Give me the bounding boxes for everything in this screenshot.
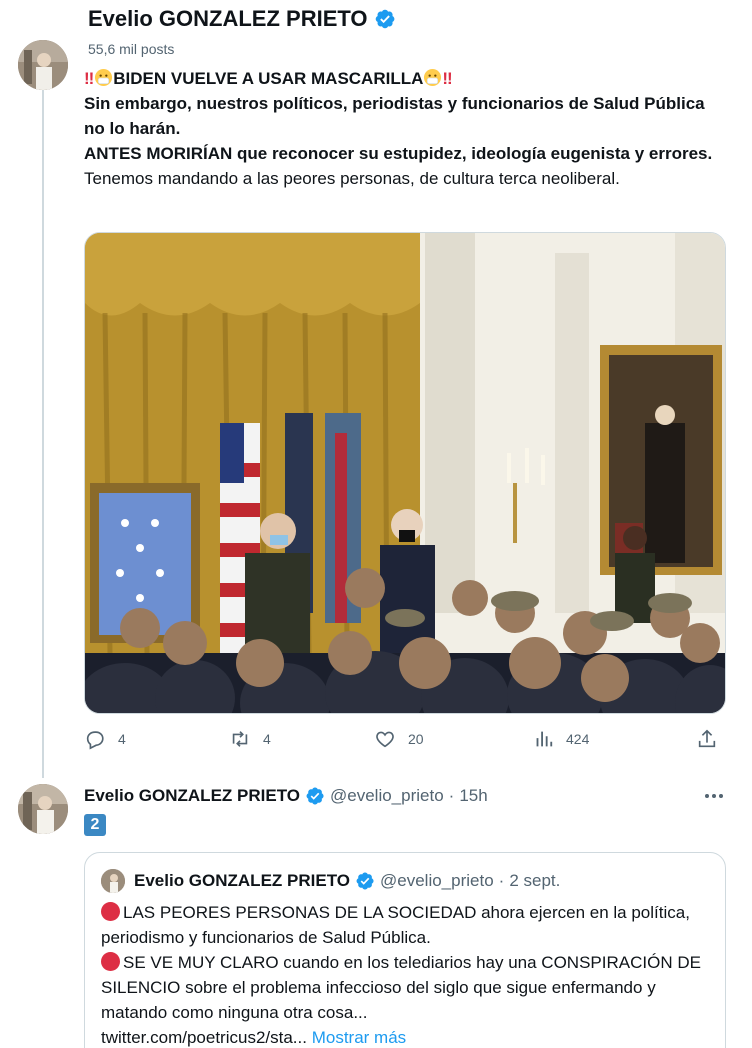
views-count: 424 <box>566 731 590 747</box>
author-avatar[interactable] <box>18 784 68 834</box>
verified-badge-icon <box>375 9 394 29</box>
more-dot-icon <box>712 794 716 798</box>
red-circle-emoji-icon <box>101 902 120 921</box>
quoted-timestamp: 2 sept. <box>509 871 561 890</box>
separator-dot: · <box>498 871 505 890</box>
quoted-paragraph-text: LAS PEORES PERSONAS DE LA SOCIEDAD ahora… <box>101 903 690 947</box>
analytics-icon <box>536 731 553 747</box>
double-exclamation-icon: ‼ <box>442 69 453 88</box>
tweet-headline: ‼ BIDEN VUELVE A USAR MASCARILLA ‼ <box>84 66 724 91</box>
separator-dot: · <box>448 786 455 805</box>
reply-icon <box>86 731 104 750</box>
tweet-photo[interactable] <box>84 232 726 714</box>
quoted-author-avatar <box>101 869 125 893</box>
mask-face-emoji-icon <box>424 68 442 87</box>
tweet-paragraph: Tenemos mandando a las peores personas, … <box>84 169 620 188</box>
quoted-paragraph: LAS PEORES PERSONAS DE LA SOCIEDAD ahora… <box>101 900 713 950</box>
tweet-actions: 4 4 20 424 <box>84 728 724 756</box>
header-display-name: Evelio GONZALEZ PRIETO <box>88 6 368 31</box>
views-button[interactable]: 424 <box>532 728 589 750</box>
reply-button[interactable]: 4 <box>84 728 126 750</box>
more-dot-icon <box>705 794 709 798</box>
quoted-display-name: Evelio GONZALEZ PRIETO <box>134 871 350 890</box>
like-button[interactable]: 20 <box>374 728 424 750</box>
retweet-count: 4 <box>263 731 271 747</box>
tweet-author-line: Evelio GONZALEZ PRIETO @evelio_prieto · … <box>84 784 488 808</box>
share-button[interactable] <box>696 728 718 750</box>
tweet-headline-text: BIDEN VUELVE A USAR MASCARILLA <box>113 69 424 88</box>
quoted-handle: @evelio_prieto <box>380 871 494 890</box>
tweet-paragraph: Sin embargo, nuestros políticos, periodi… <box>84 94 705 138</box>
show-more-link[interactable]: Mostrar más <box>312 1028 406 1047</box>
header-posts-count: 55,6 mil posts <box>88 41 175 57</box>
tweet-paragraph: ANTES MORIRÍAN que reconocer su estupide… <box>84 144 713 163</box>
quoted-author-line: Evelio GONZALEZ PRIETO @evelio_prieto · … <box>101 868 560 894</box>
quoted-paragraph: SE VE MUY CLARO cuando en los telediario… <box>101 950 713 1025</box>
more-dot-icon <box>719 794 723 798</box>
header-title: Evelio GONZALEZ PRIETO <box>88 6 396 32</box>
quoted-link-line: twitter.com/poetricus2/sta... Mostrar má… <box>101 1025 713 1048</box>
mask-face-emoji-icon <box>95 68 113 87</box>
quoted-tweet-card[interactable]: Evelio GONZALEZ PRIETO @evelio_prieto · … <box>84 852 726 1048</box>
quoted-url[interactable]: twitter.com/poetricus2/sta... <box>101 1028 307 1047</box>
thread-connector-line <box>42 88 44 778</box>
author-avatar[interactable] <box>18 40 68 90</box>
author-handle[interactable]: @evelio_prieto <box>330 786 444 806</box>
red-circle-emoji-icon <box>101 952 120 971</box>
profile-header: Evelio GONZALEZ PRIETO 55,6 mil posts <box>0 0 752 62</box>
author-display-name[interactable]: Evelio GONZALEZ PRIETO <box>84 786 300 806</box>
quoted-paragraph-text: SE VE MUY CLARO cuando en los telediario… <box>101 953 701 1022</box>
tweet-timestamp[interactable]: 15h <box>459 786 487 806</box>
double-exclamation-icon: ‼ <box>84 69 95 88</box>
quoted-tweet-text: LAS PEORES PERSONAS DE LA SOCIEDAD ahora… <box>101 900 713 1048</box>
keycap-number-emoji: 2 <box>84 814 106 836</box>
heart-icon <box>376 731 394 748</box>
verified-badge-icon <box>356 872 374 890</box>
reply-count: 4 <box>118 731 126 747</box>
retweet-button[interactable]: 4 <box>229 728 271 750</box>
verified-badge-icon <box>306 787 324 805</box>
retweet-icon <box>232 731 248 747</box>
tweet-text: ‼ BIDEN VUELVE A USAR MASCARILLA ‼ Sin emb… <box>84 66 724 191</box>
like-count: 20 <box>408 731 424 747</box>
share-icon <box>698 729 716 748</box>
more-options-button[interactable] <box>700 786 728 806</box>
